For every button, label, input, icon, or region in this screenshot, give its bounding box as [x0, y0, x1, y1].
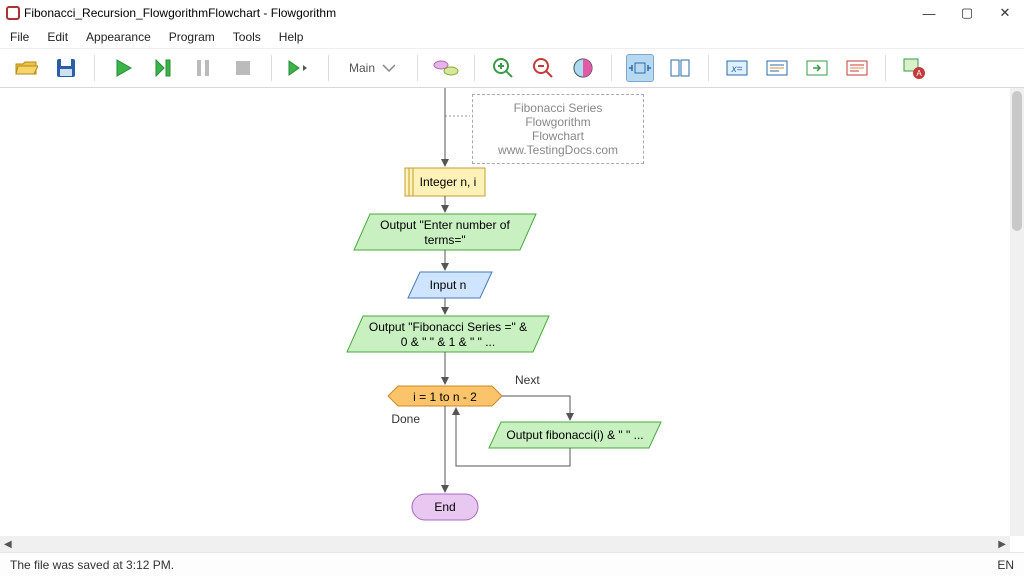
svg-text:x=: x= — [731, 64, 743, 75]
zoom-out-icon[interactable] — [529, 54, 557, 82]
theme-icon[interactable] — [569, 54, 597, 82]
export-icon[interactable] — [803, 54, 831, 82]
pause-icon[interactable] — [189, 54, 217, 82]
fit-icon[interactable] — [626, 54, 654, 82]
comment-line: Flowchart — [485, 129, 631, 143]
for-node[interactable]: i = 1 to n - 2 — [388, 386, 502, 406]
code-export-icon[interactable]: A — [900, 54, 928, 82]
scroll-right-icon[interactable]: ▶ — [998, 539, 1006, 550]
function-label: Main — [349, 61, 375, 75]
window-title: Fibonacci_Recursion_FlowgorithmFlowchart… — [24, 6, 336, 20]
declare-node[interactable]: Integer n, i — [405, 168, 485, 196]
variable-watch-icon[interactable]: x= — [723, 54, 751, 82]
app-icon — [6, 6, 20, 20]
speed-icon[interactable] — [286, 54, 314, 82]
output-series-node[interactable]: Output "Fibonacci Series =" & 0 & " " & … — [347, 316, 549, 352]
function-select[interactable]: Main — [343, 61, 403, 75]
menu-appearance[interactable]: Appearance — [86, 30, 151, 44]
svg-text:Done: Done — [391, 412, 420, 426]
menu-program[interactable]: Program — [169, 30, 215, 44]
menu-tools[interactable]: Tools — [233, 30, 261, 44]
svg-text:Next: Next — [515, 373, 540, 387]
maximize-button[interactable]: ▢ — [948, 0, 986, 26]
status-message: The file was saved at 3:12 PM. — [10, 558, 174, 572]
menu-help[interactable]: Help — [279, 30, 304, 44]
svg-text:Output "Fibonacci Series =" &: Output "Fibonacci Series =" & — [369, 320, 527, 334]
scrollbar-thumb[interactable] — [1012, 91, 1022, 231]
svg-text:Output "Enter number of: Output "Enter number of — [380, 218, 510, 232]
comment-line: Fibonacci Series Flowgorithm — [485, 101, 631, 129]
shapes-icon[interactable] — [432, 54, 460, 82]
svg-text:0 & " " & 1 & " " ...: 0 & " " & 1 & " " ... — [401, 335, 495, 349]
svg-text:Output fibonacci(i) & " " ...: Output fibonacci(i) & " " ... — [506, 428, 643, 442]
svg-text:Integer n, i: Integer n, i — [420, 175, 477, 189]
chevron-down-icon — [381, 63, 397, 73]
output-prompt-node[interactable]: Output "Enter number of terms=" — [354, 214, 536, 250]
svg-text:End: End — [434, 500, 455, 514]
status-bar: The file was saved at 3:12 PM. EN — [0, 552, 1024, 576]
svg-text:A: A — [916, 69, 922, 78]
scrollbar-vertical[interactable] — [1010, 88, 1024, 536]
save-icon[interactable] — [52, 54, 80, 82]
status-lang: EN — [997, 558, 1014, 572]
toolbar: Main x= A — [0, 48, 1024, 88]
console-icon[interactable] — [763, 54, 791, 82]
zoom-in-icon[interactable] — [489, 54, 517, 82]
svg-text:terms=": terms=" — [424, 233, 465, 247]
window-controls: — ▢ ✕ — [910, 0, 1024, 26]
step-icon[interactable] — [149, 54, 177, 82]
source-icon[interactable] — [843, 54, 871, 82]
comment-line: www.TestingDocs.com — [485, 143, 631, 157]
layout-icon[interactable] — [666, 54, 694, 82]
menu-bar: File Edit Appearance Program Tools Help — [0, 26, 1024, 48]
scroll-left-icon[interactable]: ◀ — [4, 539, 12, 550]
menu-edit[interactable]: Edit — [47, 30, 68, 44]
close-button[interactable]: ✕ — [986, 0, 1024, 26]
svg-text:i = 1 to n - 2: i = 1 to n - 2 — [413, 390, 477, 404]
menu-file[interactable]: File — [10, 30, 29, 44]
input-node[interactable]: Input n — [408, 272, 492, 298]
scrollbar-horizontal[interactable]: ◀ ▶ — [0, 536, 1010, 552]
end-node[interactable]: End — [412, 494, 478, 520]
run-icon[interactable] — [109, 54, 137, 82]
comment-node[interactable]: Fibonacci Series Flowgorithm Flowchart w… — [472, 94, 644, 164]
canvas[interactable]: Fibonacci Series Flowgorithm Flowchart w… — [0, 88, 1010, 536]
minimize-button[interactable]: — — [910, 0, 948, 26]
title-bar: Fibonacci_Recursion_FlowgorithmFlowchart… — [0, 0, 1024, 26]
svg-text:Input n: Input n — [430, 278, 467, 292]
stop-icon[interactable] — [229, 54, 257, 82]
output-fib-node[interactable]: Output fibonacci(i) & " " ... — [489, 422, 661, 448]
open-icon[interactable] — [12, 54, 40, 82]
